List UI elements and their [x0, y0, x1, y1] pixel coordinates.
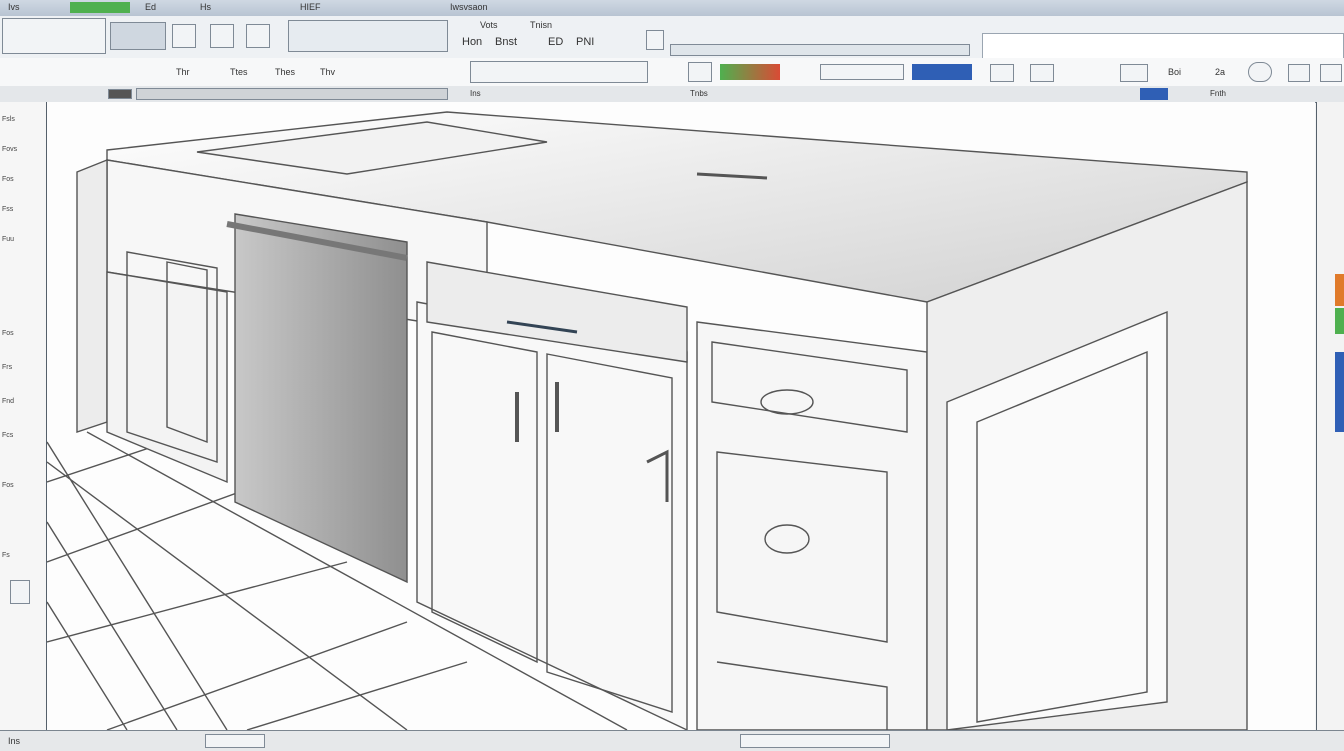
tool-label[interactable]: 2a: [1215, 67, 1225, 77]
panel-item[interactable]: Fsls: [2, 116, 15, 123]
toggle-icon[interactable]: [108, 89, 132, 99]
status-bar: Ins: [0, 730, 1344, 751]
right-tool-panel: [1316, 102, 1344, 730]
panel-item[interactable]: Fuu: [2, 236, 14, 243]
panel-toggle-icon[interactable]: [646, 30, 664, 50]
ellipse-icon[interactable]: [1248, 62, 1272, 82]
panel-item[interactable]: Fos: [2, 330, 14, 337]
tool-icon[interactable]: [1030, 64, 1054, 82]
panel-item[interactable]: Fos: [2, 176, 14, 183]
color-swatch[interactable]: [1335, 308, 1344, 334]
title-bar: Ivs Ed Hs HIEF Iwsvsaon: [0, 0, 1344, 17]
color-swatch[interactable]: [1335, 352, 1344, 432]
tool-label[interactable]: Ttes: [230, 67, 248, 77]
ribbon-low: Ins Tnbs Fnth: [0, 86, 1344, 103]
tool-label[interactable]: Thes: [275, 67, 295, 77]
tool-icon[interactable]: [1288, 64, 1310, 82]
scroll-track[interactable]: [740, 734, 890, 748]
left-tool-panel: Fsls Fovs Fos Fss Fuu Fos Frs Fnd Fcs Fo…: [0, 102, 47, 730]
group-label: Tnisn: [530, 20, 553, 30]
color-swatch[interactable]: [912, 64, 972, 80]
tool-icon[interactable]: [1120, 64, 1148, 82]
tool-label[interactable]: Boi: [1168, 67, 1181, 77]
ribbon-mid: Thr Ttes Thes Thv Boi 2a: [0, 58, 1344, 87]
menu-item[interactable]: Hs: [200, 2, 211, 12]
group-label: Hon: [462, 36, 483, 48]
drawing-canvas[interactable]: [47, 102, 1315, 730]
save-icon[interactable]: [210, 24, 234, 48]
file-group[interactable]: [2, 18, 106, 54]
panel-item[interactable]: Fnd: [2, 398, 14, 405]
panel-item[interactable]: Frs: [2, 364, 12, 371]
tool-label[interactable]: Tnbs: [690, 89, 708, 98]
group-label: ED: [548, 36, 564, 48]
panel-item[interactable]: Fs: [2, 552, 10, 559]
status-indicator: [70, 2, 130, 13]
group-label: Vots: [480, 20, 498, 30]
tool-label[interactable]: Fnth: [1210, 89, 1226, 98]
menu-item[interactable]: HIEF: [300, 2, 321, 12]
image-icon[interactable]: [110, 22, 166, 50]
tool-icon[interactable]: [1320, 64, 1342, 82]
panel-item[interactable]: Fcs: [2, 432, 13, 439]
tool-label[interactable]: Thr: [176, 67, 190, 77]
panel-item[interactable]: Fovs: [2, 146, 17, 153]
scroll-track[interactable]: [136, 88, 448, 100]
brush-icon[interactable]: [688, 62, 712, 82]
ribbon-tab-strip[interactable]: [670, 44, 970, 56]
panel-item[interactable]: Fss: [2, 206, 13, 213]
kitchen-island-sketch: [47, 111, 1248, 730]
group-label: Bnst: [495, 36, 518, 48]
line-weight-icon[interactable]: [820, 64, 904, 80]
tool-icon[interactable]: [10, 580, 30, 604]
ribbon-top: Vots Tnisn Hon Bnst ED PNI: [0, 16, 1344, 61]
menu-item[interactable]: Ivs: [8, 2, 20, 12]
menu-item[interactable]: Ed: [145, 2, 156, 12]
color-swatch[interactable]: [1335, 274, 1344, 306]
tool-label[interactable]: Ins: [470, 89, 481, 98]
group-label: PNI: [576, 36, 595, 48]
tool-strip[interactable]: [288, 20, 448, 52]
circle-icon[interactable]: [172, 24, 196, 48]
color-swatch[interactable]: [1140, 88, 1168, 100]
panel-item[interactable]: Fos: [2, 482, 14, 489]
menu-item[interactable]: Iwsvsaon: [450, 2, 488, 12]
curve-tool-icon[interactable]: [470, 61, 648, 83]
tool-icon[interactable]: [990, 64, 1014, 82]
status-text: Ins: [8, 736, 21, 746]
layers-icon[interactable]: [246, 24, 270, 48]
zoom-control[interactable]: [205, 734, 265, 748]
tool-label[interactable]: Thv: [320, 67, 335, 77]
search-input[interactable]: [982, 33, 1344, 61]
color-swatch[interactable]: [720, 64, 780, 80]
